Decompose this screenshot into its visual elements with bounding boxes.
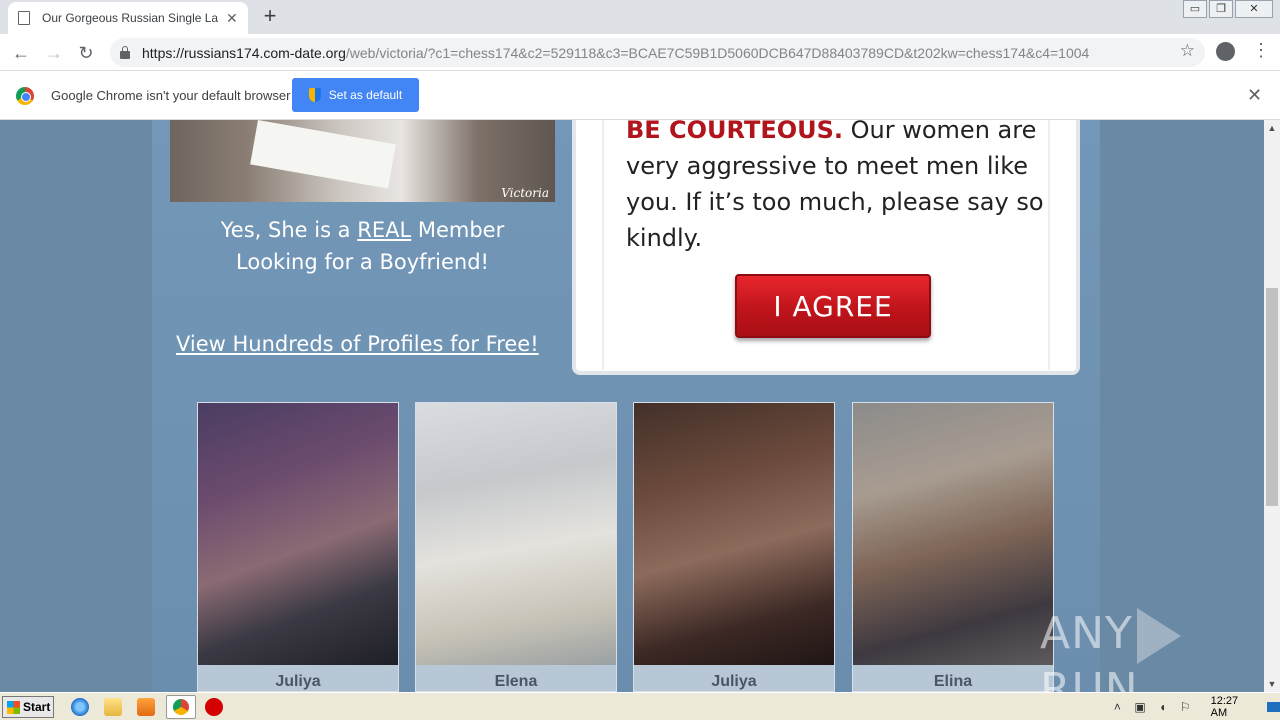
url-text[interactable]: https://russians174.com-date.org/web/vic… bbox=[142, 45, 1089, 61]
clock[interactable]: 12:27 AM bbox=[1211, 695, 1254, 719]
show-desktop-icon[interactable] bbox=[1267, 702, 1280, 712]
profile-card[interactable]: Elina bbox=[852, 402, 1054, 692]
system-tray: ˄ ▣ ◖ ⚐ 12:27 AM bbox=[1104, 693, 1280, 720]
address-bar[interactable]: https://russians174.com-date.org/web/vic… bbox=[110, 38, 1205, 67]
default-browser-infobar: Google Chrome isn't your default browser… bbox=[0, 71, 1280, 120]
profile-name[interactable]: Elena bbox=[416, 673, 616, 691]
profile-photo[interactable] bbox=[416, 403, 616, 665]
start-button[interactable]: Start bbox=[2, 696, 54, 718]
watermark-any: ANY bbox=[1040, 608, 1133, 659]
lock-icon[interactable] bbox=[120, 45, 130, 59]
profile-name[interactable]: Juliya bbox=[198, 673, 398, 691]
caption-line2: Looking for a Boyfriend! bbox=[236, 250, 489, 274]
network-icon[interactable]: ▣ bbox=[1133, 700, 1148, 714]
modal-message: BE COURTEOUS. Our women are very aggress… bbox=[626, 120, 1056, 256]
caption-pre: Yes, She is a bbox=[220, 218, 358, 242]
new-tab-button[interactable]: + bbox=[258, 4, 282, 28]
folder-icon[interactable] bbox=[104, 698, 122, 716]
internet-explorer-icon[interactable] bbox=[71, 698, 89, 716]
browser-toolbar: ← → ↻ https://russians174.com-date.org/w… bbox=[0, 34, 1280, 71]
profile-cards: Juliya Elena Juliya Elina bbox=[197, 402, 1057, 692]
stop-icon[interactable] bbox=[205, 698, 223, 716]
profile-photo[interactable] bbox=[198, 403, 398, 665]
chrome-logo-icon bbox=[16, 87, 34, 105]
infobar-close-icon[interactable]: ✕ bbox=[1247, 85, 1262, 106]
menu-icon[interactable]: ⋮ bbox=[1252, 40, 1270, 60]
view-profiles-link[interactable]: View Hundreds of Profiles for Free! bbox=[176, 332, 539, 356]
document-icon bbox=[18, 11, 30, 25]
back-button[interactable]: ← bbox=[8, 40, 34, 66]
courtesy-modal: BE COURTEOUS. Our women are very aggress… bbox=[572, 120, 1080, 375]
account-icon[interactable] bbox=[1216, 42, 1235, 61]
page-viewport: Victoria Yes, She is a REAL Member Looki… bbox=[0, 120, 1264, 692]
profile-card[interactable]: Juliya bbox=[633, 402, 835, 692]
profile-card[interactable]: Elena bbox=[415, 402, 617, 692]
chrome-taskbar-icon[interactable] bbox=[166, 695, 196, 719]
flag-icon[interactable]: ⚐ bbox=[1178, 700, 1193, 714]
scroll-up-icon[interactable]: ▲ bbox=[1264, 120, 1280, 136]
hero-photo: Victoria bbox=[170, 120, 555, 202]
forward-button[interactable]: → bbox=[41, 40, 67, 66]
tab-title: Our Gorgeous Russian Single Ladies bbox=[42, 11, 218, 25]
profile-card[interactable]: Juliya bbox=[197, 402, 399, 692]
member-caption: Yes, She is a REAL Member Looking for a … bbox=[170, 214, 555, 278]
modal-inner: BE COURTEOUS. Our women are very aggress… bbox=[602, 120, 1050, 370]
i-agree-button[interactable]: I AGREE bbox=[735, 274, 931, 338]
profile-name[interactable]: Elina bbox=[853, 673, 1053, 691]
page-content: Victoria Yes, She is a REAL Member Looki… bbox=[152, 120, 1100, 692]
windows-logo-icon bbox=[7, 700, 20, 714]
browser-tab[interactable]: Our Gorgeous Russian Single Ladies ✕ bbox=[8, 2, 248, 34]
bookmark-star-icon[interactable]: ☆ bbox=[1180, 41, 1195, 61]
minimize-button[interactable]: ▭ bbox=[1183, 0, 1207, 18]
tab-strip: Our Gorgeous Russian Single Ladies ✕ + ▭… bbox=[0, 0, 1280, 34]
modal-emphasis: BE COURTEOUS. bbox=[626, 120, 844, 144]
set-as-default-button[interactable]: Set as default bbox=[292, 78, 419, 112]
caption-post: Member bbox=[411, 218, 505, 242]
profile-photo[interactable] bbox=[853, 403, 1053, 665]
shield-icon bbox=[308, 88, 321, 102]
caption-real: REAL bbox=[357, 218, 412, 242]
volume-icon[interactable]: ◖ bbox=[1155, 700, 1170, 714]
profile-photo[interactable] bbox=[634, 403, 834, 665]
media-player-icon[interactable] bbox=[137, 698, 155, 716]
chevron-up-icon[interactable]: ˄ bbox=[1110, 700, 1125, 714]
set-as-default-label: Set as default bbox=[328, 88, 403, 102]
url-path: /web/victoria/?c1=chess174&c2=529118&c3=… bbox=[345, 44, 1090, 61]
play-icon bbox=[1136, 608, 1181, 664]
profile-name[interactable]: Juliya bbox=[634, 673, 834, 691]
restore-button[interactable]: ❐ bbox=[1209, 0, 1233, 18]
url-host: https://russians174.com-date.org bbox=[142, 44, 346, 61]
hero-sign bbox=[250, 120, 396, 189]
infobar-message: Google Chrome isn't your default browser bbox=[51, 88, 291, 103]
window-close-button[interactable]: ✕ bbox=[1235, 0, 1273, 18]
tab-close-icon[interactable]: ✕ bbox=[226, 10, 238, 27]
page-scrollbar[interactable]: ▲ ▼ bbox=[1264, 120, 1280, 692]
windows-taskbar: Start ˄ ▣ ◖ ⚐ 12:27 AM bbox=[0, 692, 1280, 720]
hero-watermark: Victoria bbox=[501, 186, 549, 200]
start-label: Start bbox=[23, 700, 51, 714]
scroll-down-icon[interactable]: ▼ bbox=[1264, 676, 1280, 692]
reload-button[interactable]: ↻ bbox=[73, 40, 99, 66]
scroll-thumb[interactable] bbox=[1266, 288, 1278, 506]
